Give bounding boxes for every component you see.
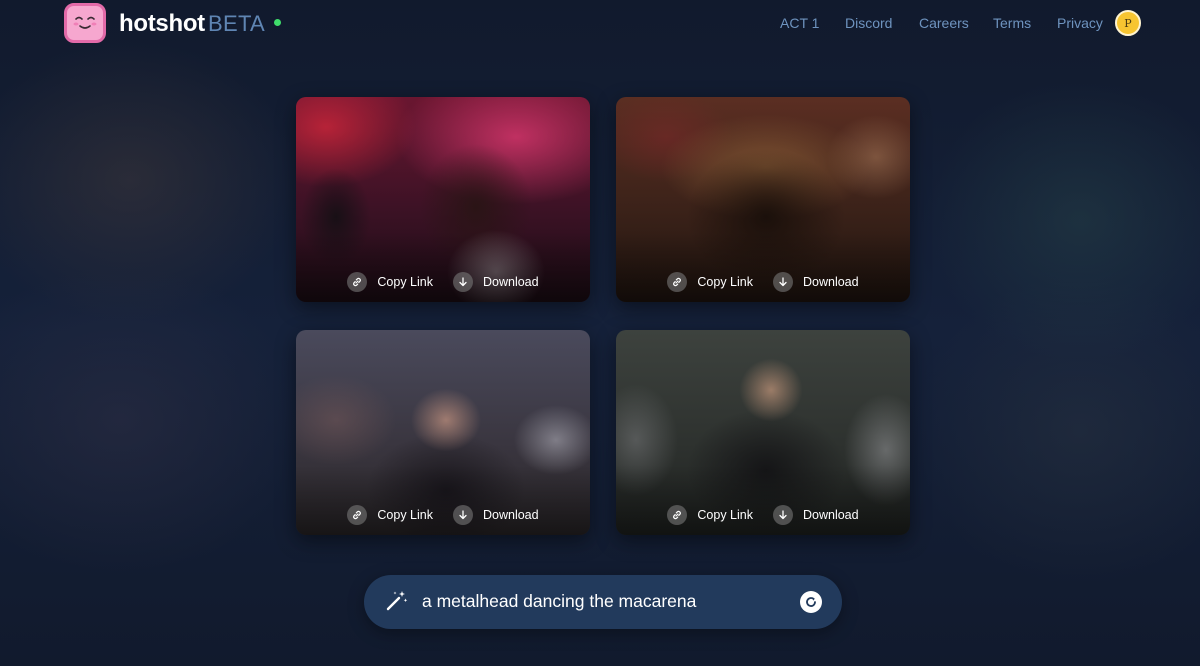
copy-link-label: Copy Link bbox=[377, 275, 433, 289]
regenerate-button[interactable] bbox=[800, 591, 822, 613]
card-actions: Copy Link Download bbox=[616, 272, 910, 292]
download-button[interactable]: Download bbox=[453, 505, 539, 525]
download-label: Download bbox=[803, 508, 859, 522]
prompt-input[interactable]: a metalhead dancing the macarena bbox=[422, 591, 792, 612]
download-label: Download bbox=[803, 275, 859, 289]
nav-act-1[interactable]: ACT 1 bbox=[780, 15, 819, 31]
logo[interactable] bbox=[64, 3, 106, 43]
download-button[interactable]: Download bbox=[453, 272, 539, 292]
link-icon bbox=[667, 505, 688, 525]
card-actions: Copy Link Download bbox=[296, 505, 590, 525]
beta-label: BETA bbox=[208, 11, 266, 36]
copy-link-label: Copy Link bbox=[697, 508, 753, 522]
copy-link-button[interactable]: Copy Link bbox=[667, 505, 753, 525]
copy-link-label: Copy Link bbox=[377, 508, 433, 522]
download-button[interactable]: Download bbox=[773, 272, 859, 292]
link-icon bbox=[347, 505, 368, 525]
nav-privacy[interactable]: Privacy bbox=[1057, 15, 1103, 31]
smiley-tv-icon bbox=[73, 16, 97, 29]
video-card[interactable]: Copy Link Download bbox=[616, 97, 910, 302]
copy-link-label: Copy Link bbox=[697, 275, 753, 289]
brand-name[interactable]: hotshot bbox=[119, 10, 205, 38]
magic-wand-icon bbox=[386, 591, 408, 611]
download-label: Download bbox=[483, 508, 539, 522]
card-actions: Copy Link Download bbox=[616, 505, 910, 525]
nav-terms[interactable]: Terms bbox=[993, 15, 1031, 31]
download-button[interactable]: Download bbox=[773, 505, 859, 525]
download-label: Download bbox=[483, 275, 539, 289]
copy-link-button[interactable]: Copy Link bbox=[347, 272, 433, 292]
status-dot bbox=[274, 19, 281, 26]
link-icon bbox=[667, 272, 688, 292]
video-card[interactable]: Copy Link Download bbox=[296, 97, 590, 302]
card-actions: Copy Link Download bbox=[296, 272, 590, 292]
copy-link-button[interactable]: Copy Link bbox=[667, 272, 753, 292]
link-icon bbox=[347, 272, 368, 292]
avatar[interactable]: P bbox=[1115, 10, 1141, 36]
download-icon bbox=[453, 272, 473, 292]
download-icon bbox=[773, 272, 793, 292]
nav-careers[interactable]: Careers bbox=[919, 15, 969, 31]
download-icon bbox=[773, 505, 793, 525]
video-card[interactable]: Copy Link Download bbox=[296, 330, 590, 535]
header: hotshot BETA ACT 1 Discord Careers Terms… bbox=[0, 0, 1200, 48]
copy-link-button[interactable]: Copy Link bbox=[347, 505, 433, 525]
regenerate-icon bbox=[806, 597, 816, 607]
video-card[interactable]: Copy Link Download bbox=[616, 330, 910, 535]
background bbox=[0, 0, 1200, 666]
download-icon bbox=[453, 505, 473, 525]
prompt-bar[interactable]: a metalhead dancing the macarena bbox=[364, 575, 842, 629]
nav-discord[interactable]: Discord bbox=[845, 15, 892, 31]
